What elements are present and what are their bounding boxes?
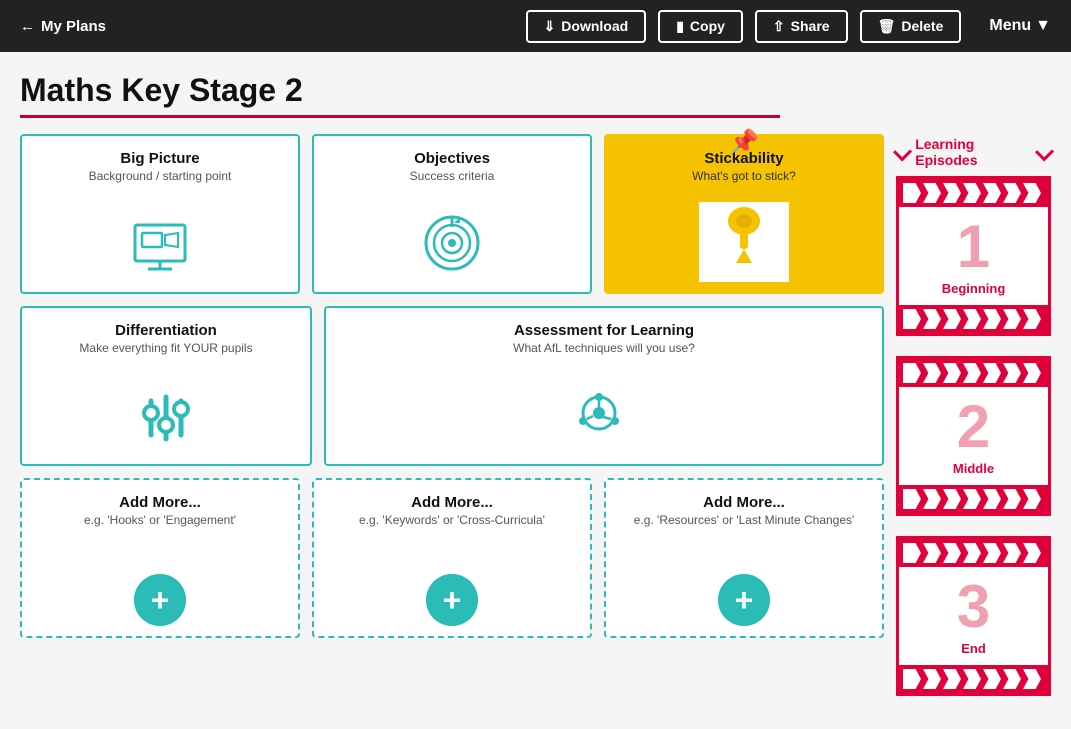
add-more-3-title: Add More... [703,494,785,511]
episodes-header: Learning Episodes [896,134,1051,168]
add-more-2-title: Add More... [411,494,493,511]
add-more-card-3[interactable]: Add More... e.g. 'Resources' or 'Last Mi… [604,478,884,638]
episode-2-number: 2 [957,397,990,457]
card-row-1: Big Picture Background / starting point [20,134,884,294]
header: ← My Plans ⇓ Download ▮ Copy ⇧ Share 🗑 D… [0,0,1071,52]
add-more-3-subtitle: e.g. 'Resources' or 'Last Minute Changes… [634,513,855,527]
card-row-3: Add More... e.g. 'Hooks' or 'Engagement'… [20,478,884,638]
card-row-2: Differentiation Make everything fit YOUR… [20,306,884,466]
assessment-card[interactable]: Assessment for Learning What AfL techniq… [324,306,884,466]
episode-2-chevrons-bottom [899,485,1048,513]
menu-button[interactable]: Menu ▼ [989,17,1051,35]
episode-2-chevrons-top [899,359,1048,387]
add-icon-1: + [134,574,186,626]
differentiation-title: Differentiation [115,322,217,339]
download-icon: ⇓ [544,18,556,35]
assessment-title: Assessment for Learning [514,322,694,339]
episode-3-label: End [961,641,986,656]
episodes-header-label: Learning Episodes [915,136,1032,168]
episode-2-label: Middle [953,461,994,476]
add-more-2-subtitle: e.g. 'Keywords' or 'Cross-Curricula' [359,513,545,527]
back-link-label: My Plans [41,18,106,35]
presentation-icon [130,223,190,282]
episode-1-label: Beginning [942,281,1006,296]
add-icon-3: + [718,574,770,626]
copy-icon: ▮ [676,18,684,35]
add-more-1-title: Add More... [119,494,201,511]
big-picture-card[interactable]: Big Picture Background / starting point [20,134,300,294]
arrow-down-right-icon [1035,142,1054,161]
afl-icon [569,385,639,454]
stickability-card[interactable]: 📌 Stickability What's got to stick? [604,134,884,294]
big-picture-subtitle: Background / starting point [89,169,232,183]
cards-area: Big Picture Background / starting point [20,134,884,696]
title-underline [20,115,780,118]
episode-3-number: 3 [957,577,990,637]
copy-button[interactable]: ▮ Copy [658,10,743,43]
back-arrow-icon: ← [20,18,35,35]
add-more-card-2[interactable]: Add More... e.g. 'Keywords' or 'Cross-Cu… [312,478,592,638]
episode-card-3[interactable]: 3 End [896,536,1051,696]
episode-card-2[interactable]: 2 Middle [896,356,1051,516]
content-area: Big Picture Background / starting point [20,134,1051,696]
share-icon: ⇧ [773,18,785,35]
episode-1-chevrons-top [899,179,1048,207]
add-more-card-1[interactable]: Add More... e.g. 'Hooks' or 'Engagement'… [20,478,300,638]
target-icon [422,213,482,282]
page-title: Maths Key Stage 2 [20,72,1051,109]
episode-1-chevrons-bottom [899,305,1048,333]
chevron-down-icon: ▼ [1035,17,1051,35]
main-content: Maths Key Stage 2 Big Picture Background… [0,52,1071,706]
assessment-subtitle: What AfL techniques will you use? [513,341,695,355]
episode-card-1[interactable]: 1 Beginning [896,176,1051,336]
stickability-icon-area [699,202,789,282]
objectives-subtitle: Success criteria [410,169,495,183]
delete-button[interactable]: 🗑 Delete [860,10,962,43]
objectives-title: Objectives [414,150,490,167]
episode-1-number: 1 [957,217,990,277]
big-picture-title: Big Picture [120,150,199,167]
stickability-subtitle: What's got to stick? [692,169,796,183]
differentiation-subtitle: Make everything fit YOUR pupils [79,341,252,355]
sliders-icon [131,391,201,454]
episodes-area: Learning Episodes 1 Beginning [896,134,1051,696]
download-button[interactable]: ⇓ Download [526,10,647,43]
add-more-1-subtitle: e.g. 'Hooks' or 'Engagement' [84,513,236,527]
differentiation-card[interactable]: Differentiation Make everything fit YOUR… [20,306,312,466]
delete-icon: 🗑 [878,18,896,35]
pushpin-top-icon: 📌 [729,128,759,157]
objectives-card[interactable]: Objectives Success criteria [312,134,592,294]
arrow-down-left-icon [893,142,912,161]
share-button[interactable]: ⇧ Share [755,10,848,43]
add-icon-2: + [426,574,478,626]
episode-3-chevrons-top [899,539,1048,567]
episode-3-chevrons-bottom [899,665,1048,693]
back-link[interactable]: ← My Plans [20,18,106,35]
